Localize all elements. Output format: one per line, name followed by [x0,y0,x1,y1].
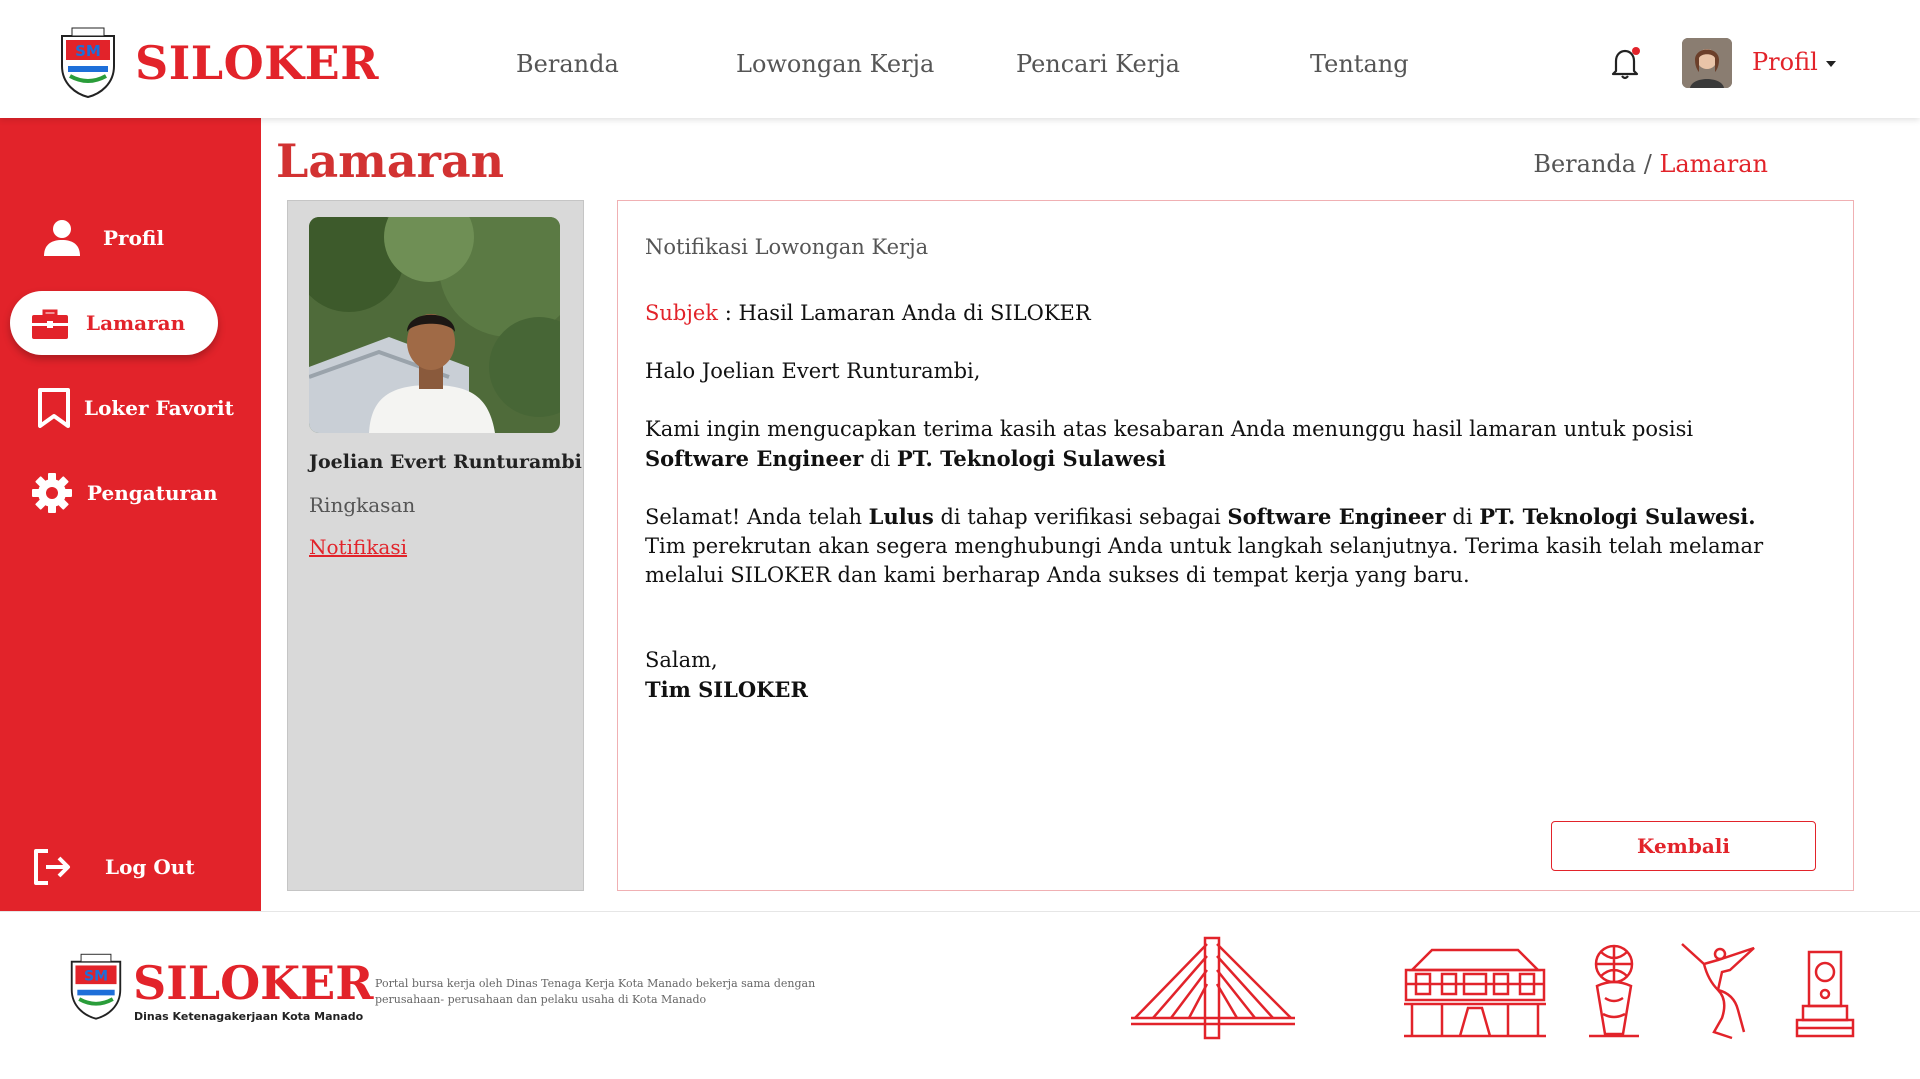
nav-lowongan-kerja[interactable]: Lowongan Kerja [736,50,934,78]
message-heading: Notifikasi Lowongan Kerja [645,235,929,259]
tower-monument-icon [1795,950,1855,1038]
footer: SM SILOKER Dinas Ketenagakerjaan Kota Ma… [0,911,1920,1079]
paragraph-text: di [863,447,897,471]
bookmark-icon [38,388,70,428]
sidebar-item-label: Lamaran [86,311,186,335]
paragraph-text: Tim perekrutan akan segera menghubungi A… [645,534,1764,587]
nav-beranda[interactable]: Beranda [516,50,619,78]
message-paragraph-1: Kami ingin mengucapkan terima kasih atas… [645,415,1765,474]
user-avatar[interactable] [1682,38,1732,88]
profile-photo [309,217,560,433]
bridge-landmark-icon [1131,936,1295,1040]
gear-icon [32,473,72,513]
sidebar-item-label: Profil [103,226,165,250]
sidebar: Profil Lamaran Loker Favorit Pengaturan … [0,118,261,911]
page-title: Lamaran [276,134,505,188]
svg-text:SM: SM [84,968,108,984]
subject-text: Hasil Lamaran Anda di SILOKER [738,301,1091,325]
footer-subtitle: Dinas Ketenagakerjaan Kota Manado [134,1010,364,1023]
message-closing: Salam, [645,648,718,672]
message-signature: Tim SILOKER [645,677,808,702]
sidebar-item-label: Pengaturan [87,481,218,505]
message-subject: Subjek : Hasil Lamaran Anda di SILOKER [645,299,1765,328]
footer-description: Portal bursa kerja oleh Dinas Tenaga Ker… [375,977,816,1006]
user-icon [44,220,80,256]
subject-separator: : [718,301,739,325]
sidebar-item-loker-favorit[interactable]: Loker Favorit [0,376,261,440]
globe-monument-icon [1589,944,1639,1038]
statue-monument-icon [1681,943,1755,1040]
sidebar-item-profil[interactable]: Profil [0,206,261,270]
breadcrumb: Beranda / Lamaran [1533,150,1768,178]
traditional-house-icon [1404,948,1546,1038]
nav-tentang[interactable]: Tentang [1310,50,1409,78]
logout-button[interactable]: Log Out [0,835,261,899]
applicant-name: Joelian Evert Runturambi [309,451,582,473]
breadcrumb-current: Lamaran [1659,150,1768,178]
notification-link[interactable]: Notifikasi [309,535,407,559]
svg-text:SM: SM [75,42,101,60]
notification-bell-icon[interactable] [1609,45,1643,81]
brand-name[interactable]: SILOKER [135,36,379,90]
message-paragraph-2: Selamat! Anda telah Lulus di tahap verif… [645,502,1765,590]
paragraph-text: di [1445,505,1480,529]
status-text: Lulus [868,504,934,529]
back-button[interactable]: Kembali [1551,821,1816,871]
summary-link[interactable]: Ringkasan [309,493,415,517]
paragraph-text: Kami ingin mengucapkan terima kasih atas… [645,417,1694,441]
position-name: Software Engineer [1227,504,1446,529]
breadcrumb-home[interactable]: Beranda [1533,150,1636,178]
logout-icon [34,849,70,885]
notification-message-panel: Notifikasi Lowongan Kerja Subjek : Hasil… [617,200,1854,891]
profile-menu-link[interactable]: Profil [1752,48,1818,76]
briefcase-icon [32,309,68,339]
footer-brand: SILOKER [133,956,374,1010]
breadcrumb-separator: / [1636,150,1660,178]
profile-card: Joelian Evert Runturambi Ringkasan Notif… [287,200,584,891]
manado-city-logo[interactable]: SM [58,26,118,98]
position-name: Software Engineer [645,446,864,471]
nav-pencari-kerja[interactable]: Pencari Kerja [1016,50,1180,78]
subject-label: Subjek [645,301,719,325]
top-header: SM SILOKER Beranda Lowongan Kerja Pencar… [0,0,1920,118]
paragraph-text: Selamat! Anda telah [645,505,869,529]
manado-city-logo: SM [70,953,122,1020]
company-name: PT. Teknologi Sulawesi. [1479,504,1756,529]
chevron-down-icon[interactable] [1826,61,1836,67]
sidebar-item-pengaturan[interactable]: Pengaturan [0,461,261,525]
logout-label: Log Out [105,855,195,879]
message-greeting: Halo Joelian Evert Runturambi, [645,359,981,383]
company-name: PT. Teknologi Sulawesi [896,446,1166,471]
sidebar-item-label: Loker Favorit [84,396,234,420]
sidebar-item-lamaran[interactable]: Lamaran [10,291,218,355]
paragraph-text: di tahap verifikasi sebagai [933,505,1228,529]
